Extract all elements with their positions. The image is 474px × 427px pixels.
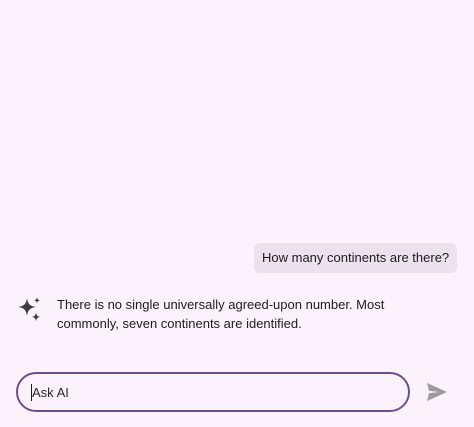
sparkle-icon [14,295,44,325]
send-icon [426,382,448,405]
user-message-bubble: How many continents are there? [254,243,458,273]
user-message-text: How many continents are there? [262,250,450,265]
chat-input-container[interactable] [16,372,410,412]
ask-ai-input[interactable] [18,374,408,410]
send-button[interactable] [424,380,450,406]
text-caret [31,384,32,401]
ai-message-text: There is no single universally agreed-up… [57,297,385,331]
chat-app: How many continents are there? There is … [0,0,474,427]
